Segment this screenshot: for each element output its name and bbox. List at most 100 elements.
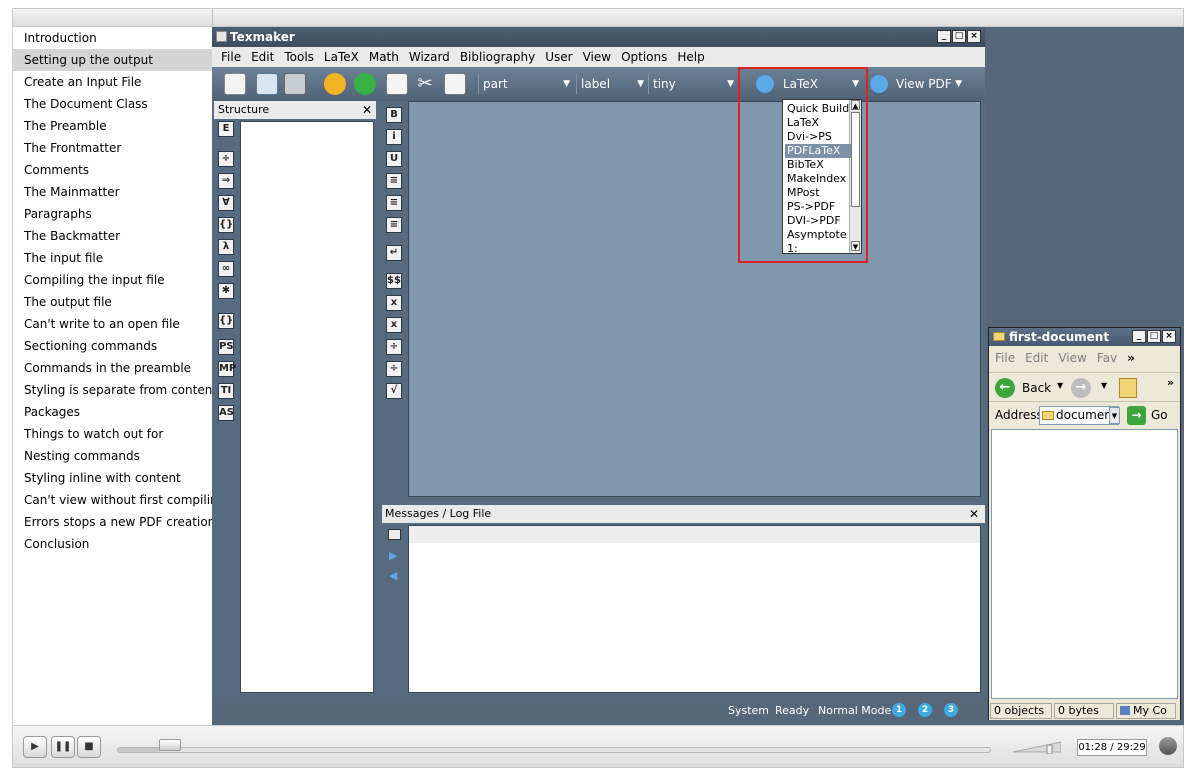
forward-arrow-icon[interactable]: → <box>1071 378 1091 398</box>
messages-log[interactable] <box>408 525 981 693</box>
chapter-item[interactable]: Setting up the output <box>13 49 213 71</box>
structure-tool-icon[interactable]: ✱ <box>218 283 234 299</box>
maximize-button[interactable]: □ <box>1147 330 1161 343</box>
stop-button[interactable]: ■ <box>77 736 101 758</box>
dropdown-option[interactable]: Dvi->PS <box>785 130 851 144</box>
structure-tool-icon[interactable]: ÷ <box>218 151 234 167</box>
previous-error-icon[interactable]: ◀ <box>389 569 397 582</box>
chapter-item[interactable]: Conclusion <box>13 533 213 555</box>
chapter-item[interactable]: The output file <box>13 291 213 313</box>
pause-button[interactable]: ❚❚ <box>51 736 75 758</box>
format-tool-icon[interactable]: ≡ <box>386 195 402 211</box>
paste-icon[interactable] <box>444 73 466 95</box>
explorer-titlebar[interactable]: first-document _ □ × <box>989 328 1180 346</box>
close-button[interactable]: × <box>967 30 981 43</box>
texmaker-titlebar[interactable]: Texmaker _ □ × <box>212 27 985 47</box>
status-badge-3[interactable]: 3 <box>944 703 958 717</box>
explorer-menu-item[interactable]: File <box>995 351 1015 365</box>
structure-tool-icon[interactable]: PS <box>218 339 234 355</box>
build-dropdown-list[interactable]: ▲ ▼ Quick Build LaTeX Dvi->PS PDFLaTeX BibTe… <box>782 99 862 256</box>
dropdown-option[interactable]: PS->PDF <box>785 200 851 214</box>
volume-slider[interactable] <box>1013 740 1061 754</box>
dropdown-option[interactable]: MPost <box>785 186 851 200</box>
format-tool-icon[interactable]: x <box>386 317 402 333</box>
view-arrow-icon[interactable] <box>870 75 888 93</box>
menu-item[interactable]: Options <box>616 50 672 64</box>
scroll-thumb[interactable] <box>851 112 860 207</box>
menu-item[interactable]: User <box>540 50 577 64</box>
structure-tool-icon[interactable]: {} <box>218 217 234 233</box>
part-combo[interactable]: part ▼ <box>478 74 574 94</box>
open-file-icon[interactable] <box>256 73 278 95</box>
copy-icon[interactable] <box>386 73 408 95</box>
chapter-item[interactable]: Compiling the input file <box>13 269 213 291</box>
redo-icon[interactable] <box>354 73 376 95</box>
chapter-item[interactable]: The Preamble <box>13 115 213 137</box>
minimize-button[interactable]: _ <box>1132 330 1146 343</box>
status-badge-2[interactable]: 2 <box>918 703 932 717</box>
format-tool-icon[interactable]: B <box>386 107 402 123</box>
back-arrow-icon[interactable]: ← <box>995 378 1015 398</box>
dropdown-option[interactable]: 1: <box>785 242 851 256</box>
chapter-item[interactable]: The input file <box>13 247 213 269</box>
seek-thumb[interactable] <box>159 739 181 751</box>
close-icon[interactable]: ✕ <box>362 101 372 119</box>
up-folder-icon[interactable] <box>1119 378 1137 398</box>
explorer-menu-item[interactable]: Edit <box>1025 351 1048 365</box>
volume-knob[interactable] <box>1046 744 1053 754</box>
chapter-item[interactable]: Packages <box>13 401 213 423</box>
status-badge-1[interactable]: 1 <box>892 703 906 717</box>
structure-tool-icon[interactable]: {} <box>218 313 234 329</box>
minimize-button[interactable]: _ <box>937 30 951 43</box>
menu-item[interactable]: Edit <box>246 50 279 64</box>
speaker-icon[interactable] <box>1159 737 1177 755</box>
dropdown-option[interactable]: Quick Build <box>785 102 851 116</box>
format-tool-icon[interactable]: ÷ <box>386 361 402 377</box>
size-combo[interactable]: tiny ▼ <box>648 74 738 94</box>
structure-tool-icon[interactable]: ∀ <box>218 195 234 211</box>
chapter-item[interactable]: The Document Class <box>13 93 213 115</box>
format-tool-icon[interactable]: ÷ <box>386 339 402 355</box>
structure-tree[interactable] <box>240 121 374 693</box>
chevron-down-icon[interactable]: ▼ <box>1057 381 1063 390</box>
dropdown-option[interactable]: DVI->PDF <box>785 214 851 228</box>
chapter-item[interactable]: Can't write to an open file <box>13 313 213 335</box>
dropdown-option[interactable]: PDFLaTeX <box>785 144 851 158</box>
log-icon[interactable] <box>388 529 401 540</box>
structure-tool-icon[interactable]: λ <box>218 239 234 255</box>
seek-bar[interactable] <box>117 747 991 753</box>
label-combo[interactable]: label ▼ <box>576 74 648 94</box>
cut-icon[interactable]: ✂ <box>414 73 436 95</box>
format-tool-icon[interactable]: $$ <box>386 273 402 289</box>
dropdown-option[interactable]: MakeIndex <box>785 172 851 186</box>
format-tool-icon[interactable]: √ <box>386 383 402 399</box>
explorer-content[interactable] <box>991 429 1178 699</box>
dropdown-option[interactable]: Asymptote <box>785 228 851 242</box>
more-toolbar-icon[interactable]: » <box>1167 376 1174 389</box>
format-tool-icon[interactable]: U <box>386 151 402 167</box>
explorer-menu-item[interactable]: View <box>1058 351 1086 365</box>
save-icon[interactable] <box>284 73 306 95</box>
format-tool-icon[interactable]: i <box>386 129 402 145</box>
address-input[interactable]: document <box>1039 406 1119 425</box>
menu-item[interactable]: Wizard <box>404 50 455 64</box>
chapter-item[interactable]: Paragraphs <box>13 203 213 225</box>
chapter-item[interactable]: Nesting commands <box>13 445 213 467</box>
chapter-item[interactable]: Comments <box>13 159 213 181</box>
structure-tool-icon[interactable]: AS <box>218 405 234 421</box>
more-menu-icon[interactable]: » <box>1127 351 1135 365</box>
format-tool-icon[interactable]: x <box>386 295 402 311</box>
chapter-item[interactable]: Create an Input File <box>13 71 213 93</box>
chapter-item[interactable]: Errors stops a new PDF creation! <box>13 511 213 533</box>
scroll-up-icon[interactable]: ▲ <box>851 100 860 110</box>
editor-area[interactable] <box>408 101 981 497</box>
menu-item[interactable]: File <box>216 50 246 64</box>
back-button-label[interactable]: Back <box>1022 381 1051 395</box>
chevron-down-icon[interactable]: ▼ <box>1101 381 1107 390</box>
dropdown-option[interactable]: LaTeX <box>785 116 851 130</box>
view-command-combo[interactable]: View PDF ▼ <box>892 74 966 94</box>
chapter-item[interactable]: The Mainmatter <box>13 181 213 203</box>
menu-item[interactable]: Math <box>364 50 404 64</box>
close-button[interactable]: × <box>1162 330 1176 343</box>
chapter-item[interactable]: The Backmatter <box>13 225 213 247</box>
